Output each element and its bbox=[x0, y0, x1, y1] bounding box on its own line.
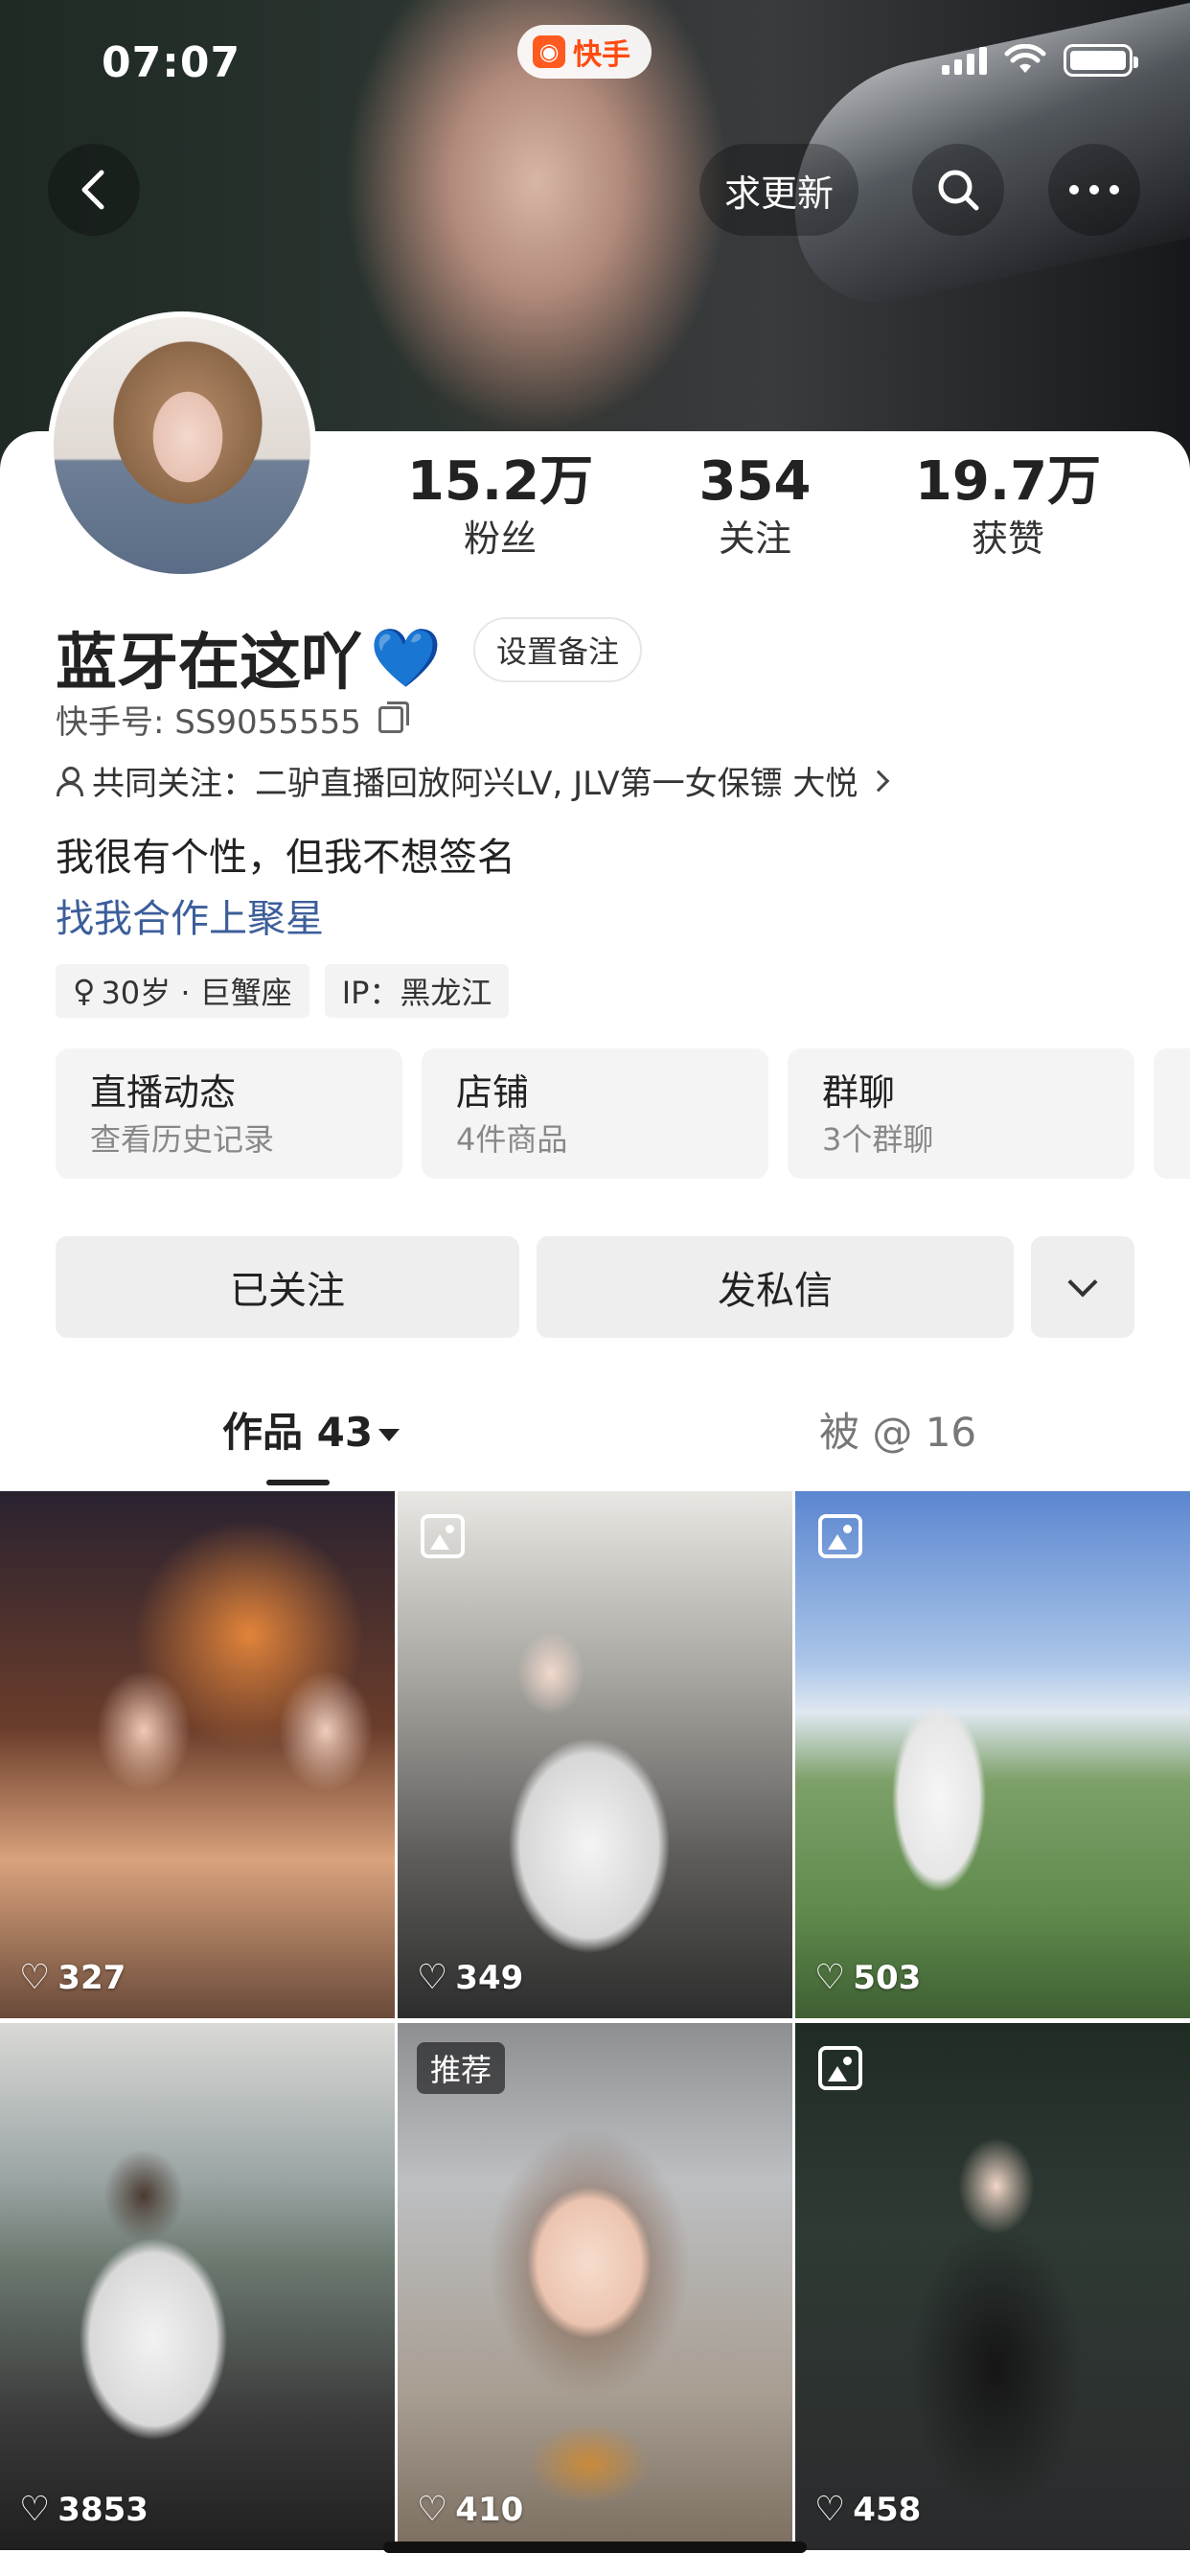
work-thumbnail[interactable]: 推荐 ♡ 410 bbox=[398, 2023, 792, 2550]
battery-icon bbox=[1064, 44, 1138, 77]
card-shop-subtitle: 4件商品 bbox=[456, 1121, 568, 1158]
card-group-chat[interactable]: 群聊 3个群聊 bbox=[788, 1048, 1134, 1179]
stat-followers-value: 15.2万 bbox=[406, 450, 594, 513]
app-badge-label: 快手 bbox=[573, 38, 630, 72]
chevron-right-icon bbox=[868, 770, 890, 792]
status-time: 07:07 bbox=[102, 38, 241, 87]
profile-name-text: 蓝牙在这吖 bbox=[56, 628, 362, 699]
mutual-follow-row[interactable]: 共同关注：二驴直播回放阿兴LV, JLV第一女保镖 大悦 bbox=[56, 757, 890, 804]
gallery-icon bbox=[421, 1514, 465, 1558]
stat-likes[interactable]: 19.7万 获赞 bbox=[893, 450, 1123, 564]
card-shop[interactable]: 店铺 4件商品 bbox=[422, 1048, 768, 1179]
like-count: ♡ 349 bbox=[417, 1958, 523, 1997]
status-bar-indicators bbox=[942, 44, 1138, 77]
copy-icon[interactable] bbox=[378, 701, 409, 733]
like-count-value: 458 bbox=[853, 2490, 922, 2529]
wifi-icon bbox=[1004, 44, 1046, 73]
chevron-left-icon bbox=[81, 170, 104, 210]
more-actions-button[interactable] bbox=[1031, 1236, 1134, 1338]
tag-age-zodiac: ♀ 30岁 · 巨蟹座 bbox=[56, 964, 309, 1018]
heart-outline-icon: ♡ bbox=[814, 1958, 846, 1997]
like-count: ♡ 458 bbox=[814, 2490, 921, 2529]
app-badge[interactable]: ◉ 快手 bbox=[517, 25, 652, 79]
work-thumbnail[interactable]: ♡ 327 bbox=[0, 1491, 395, 2018]
stat-following-value: 354 bbox=[698, 450, 812, 513]
request-update-button[interactable]: 求更新 bbox=[699, 144, 859, 236]
work-thumbnail[interactable]: ♡ 503 bbox=[795, 1491, 1190, 2018]
heart-outline-icon: ♡ bbox=[417, 2490, 448, 2529]
feature-cards: 直播动态 查看历史记录 店铺 4件商品 群聊 3个群聊 bbox=[56, 1048, 1134, 1179]
tag-ip-location-text: IP：黑龙江 bbox=[341, 975, 492, 1011]
like-count-value: 327 bbox=[57, 1958, 126, 1997]
card-group-chat-title: 群聊 bbox=[822, 1071, 896, 1114]
gallery-icon bbox=[818, 1514, 862, 1558]
profile-bio: 我很有个性，但我不想签名 bbox=[56, 836, 515, 880]
mutual-follow-text: 共同关注：二驴直播回放阿兴LV, JLV第一女保镖 大悦 bbox=[92, 765, 858, 803]
home-indicator bbox=[383, 2542, 807, 2553]
kuaishou-id-text: 快手号: SS9055555 bbox=[56, 703, 361, 742]
work-thumbnail[interactable]: ♡ 458 bbox=[795, 2023, 1190, 2550]
back-button[interactable] bbox=[48, 144, 140, 236]
followed-button[interactable]: 已关注 bbox=[56, 1236, 519, 1338]
search-icon bbox=[938, 170, 979, 211]
gallery-icon bbox=[818, 2046, 862, 2090]
profile-tags: ♀ 30岁 · 巨蟹座 IP：黑龙江 bbox=[56, 964, 510, 1018]
heart-outline-icon: ♡ bbox=[814, 2490, 846, 2529]
active-tab-indicator bbox=[266, 1480, 330, 1485]
like-count-value: 3853 bbox=[57, 2490, 149, 2529]
like-count: ♡ 410 bbox=[417, 2490, 523, 2529]
tag-ip-location: IP：黑龙江 bbox=[324, 964, 510, 1018]
kuaishou-id-row[interactable]: 快手号: SS9055555 bbox=[56, 696, 409, 743]
work-thumbnail[interactable]: ♡ 349 bbox=[398, 1491, 792, 2018]
set-remark-button[interactable]: 设置备注 bbox=[473, 617, 643, 682]
cooperation-link[interactable]: 找我合作上聚星 bbox=[56, 887, 324, 943]
caret-down-icon bbox=[378, 1429, 400, 1441]
like-count-value: 349 bbox=[455, 1958, 524, 1997]
stat-followers[interactable]: 15.2万 粉丝 bbox=[385, 450, 615, 564]
heart-outline-icon: ♡ bbox=[417, 1958, 448, 1997]
heart-outline-icon: ♡ bbox=[19, 1958, 51, 1997]
like-count: ♡ 503 bbox=[814, 1958, 921, 1997]
chevron-down-icon bbox=[1067, 1267, 1098, 1298]
content-tabs: 作品 43 被 @ 16 bbox=[0, 1399, 1190, 1485]
card-next-peek[interactable] bbox=[1154, 1048, 1190, 1179]
card-group-chat-subtitle: 3个群聊 bbox=[822, 1121, 934, 1158]
tab-works[interactable]: 作品 43 bbox=[222, 1399, 400, 1466]
kuaishou-logo-icon: ◉ bbox=[533, 35, 565, 68]
like-count-value: 503 bbox=[853, 1958, 922, 1997]
like-count-value: 410 bbox=[455, 2490, 524, 2529]
work-thumbnail[interactable]: ♡ 3853 bbox=[0, 2023, 395, 2550]
like-count: ♡ 3853 bbox=[19, 2490, 149, 2529]
female-icon: ♀ bbox=[73, 973, 96, 1009]
more-button[interactable] bbox=[1048, 144, 1140, 236]
recommended-badge: 推荐 bbox=[417, 2042, 506, 2094]
card-live-activity[interactable]: 直播动态 查看历史记录 bbox=[56, 1048, 402, 1179]
profile-name: 蓝牙在这吖 💙 bbox=[56, 613, 442, 702]
search-button[interactable] bbox=[912, 144, 1004, 236]
stat-following[interactable]: 354 关注 bbox=[640, 450, 870, 564]
tab-works-label: 作品 43 bbox=[222, 1409, 374, 1456]
like-count: ♡ 327 bbox=[19, 1958, 126, 1997]
tag-age-zodiac-text: 30岁 · 巨蟹座 bbox=[101, 975, 292, 1011]
stat-followers-label: 粉丝 bbox=[463, 518, 537, 560]
card-live-activity-title: 直播动态 bbox=[90, 1071, 237, 1114]
blue-heart-icon: 💙 bbox=[370, 624, 442, 692]
heart-outline-icon: ♡ bbox=[19, 2490, 51, 2529]
more-icon bbox=[1069, 185, 1119, 195]
stat-likes-value: 19.7万 bbox=[914, 450, 1102, 513]
tab-mentioned[interactable]: 被 @ 16 bbox=[819, 1399, 976, 1466]
stat-likes-label: 获赞 bbox=[971, 518, 1044, 560]
stat-following-label: 关注 bbox=[718, 518, 791, 560]
avatar[interactable] bbox=[48, 311, 316, 580]
person-icon bbox=[56, 766, 83, 796]
card-shop-title: 店铺 bbox=[456, 1071, 530, 1114]
send-message-button[interactable]: 发私信 bbox=[537, 1236, 1014, 1338]
card-live-activity-subtitle: 查看历史记录 bbox=[90, 1121, 275, 1158]
cellular-signal-icon bbox=[942, 46, 987, 75]
